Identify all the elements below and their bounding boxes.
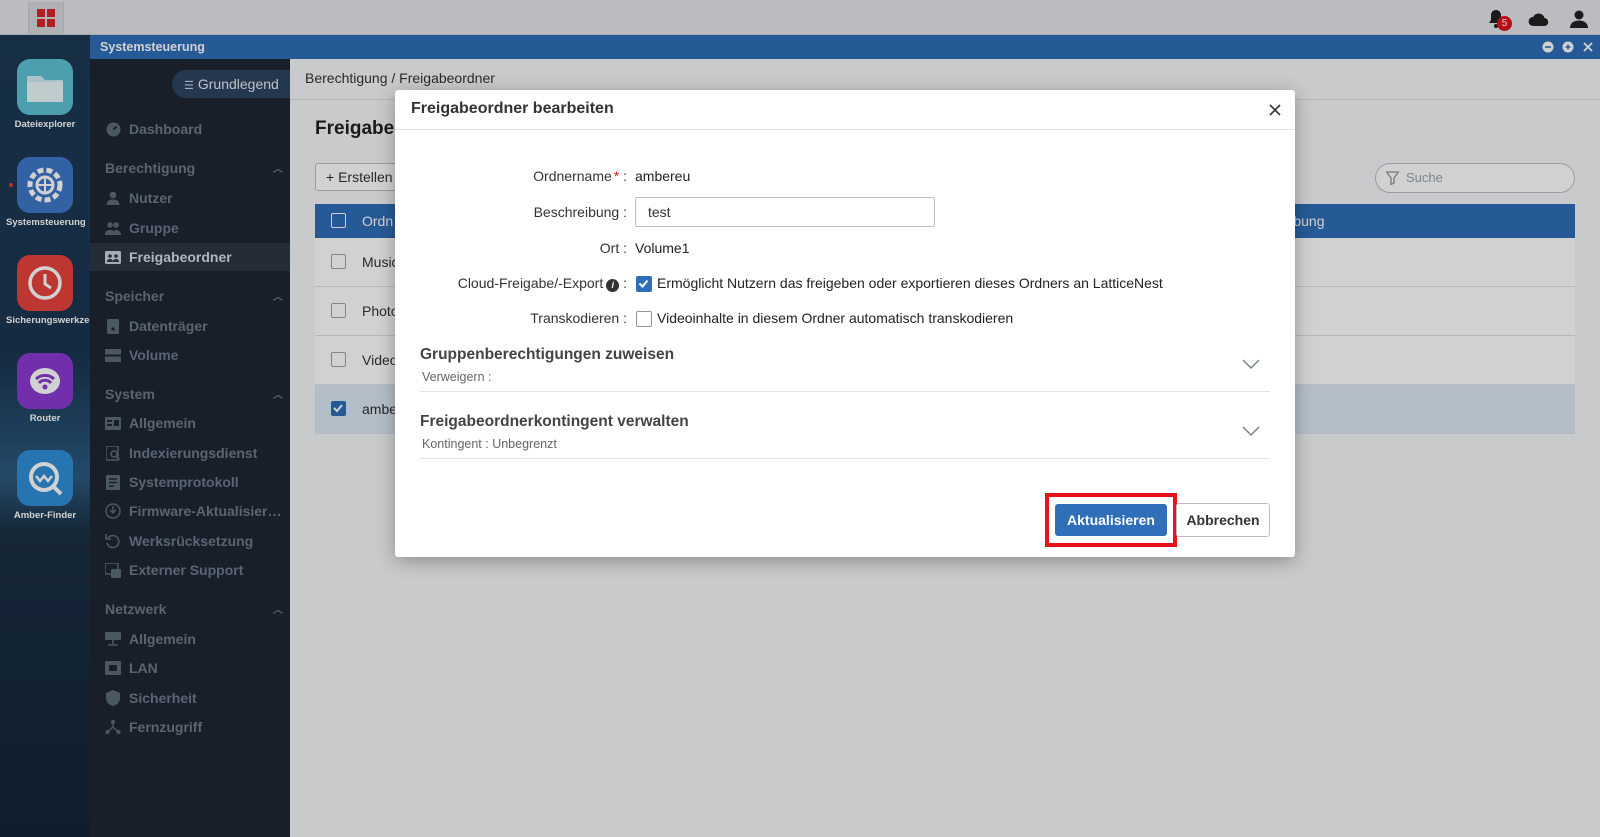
cloud-share-checkbox[interactable] [636,276,652,292]
transcode-label: Transkodieren : [530,310,627,326]
group-permissions-section[interactable]: Gruppenberechtigungen zuweisen Verweiger… [420,344,1270,392]
update-button[interactable]: Aktualisieren [1055,504,1167,536]
edit-shared-folder-dialog: Freigabeordner bearbeiten Ordnername * : … [395,90,1295,557]
group-permissions-subtitle: Verweigern : [422,370,492,384]
check-icon [638,279,649,288]
transcode-row: Transkodieren : Videoinhalte in diesem O… [395,303,1295,333]
cloud-share-row: Cloud-Freigabe/-Export i : Ermöglicht Nut… [395,268,1295,298]
dialog-title: Freigabeordner bearbeiten [411,100,614,117]
dialog-header: Freigabeordner bearbeiten [395,90,1295,130]
quota-title: Freigabeordnerkontingent verwalten [420,413,689,430]
location-row: Ort : Volume1 [395,233,1295,263]
chevron-down-icon [1242,426,1260,437]
cloud-share-label: Cloud-Freigabe/-Export i : [457,275,627,292]
transcode-text: Videoinhalte in diesem Ordner automatisc… [657,310,1014,326]
group-permissions-title: Gruppenberechtigungen zuweisen [420,346,675,363]
location-label: Ort : [599,240,627,256]
description-row: Beschreibung : [395,197,1295,227]
location-value: Volume1 [635,240,690,256]
info-icon[interactable]: i [606,279,620,292]
folder-name-row: Ordnername * : ambereu [395,161,1295,191]
cloud-share-text: Ermöglicht Nutzern das freigeben oder ex… [657,275,1163,291]
description-label: Beschreibung : [533,204,627,220]
description-field[interactable] [635,197,935,227]
quota-section[interactable]: Freigabeordnerkontingent verwalten Konti… [420,411,1270,459]
quota-subtitle: Kontingent : Unbegrenzt [422,437,557,451]
transcode-checkbox[interactable] [636,311,652,327]
folder-name-value: ambereu [635,168,691,184]
folder-name-label: Ordnername * : [533,168,627,184]
cancel-button[interactable]: Abbrechen [1176,503,1270,537]
chevron-down-icon [1242,359,1260,370]
close-icon[interactable] [1267,102,1283,118]
